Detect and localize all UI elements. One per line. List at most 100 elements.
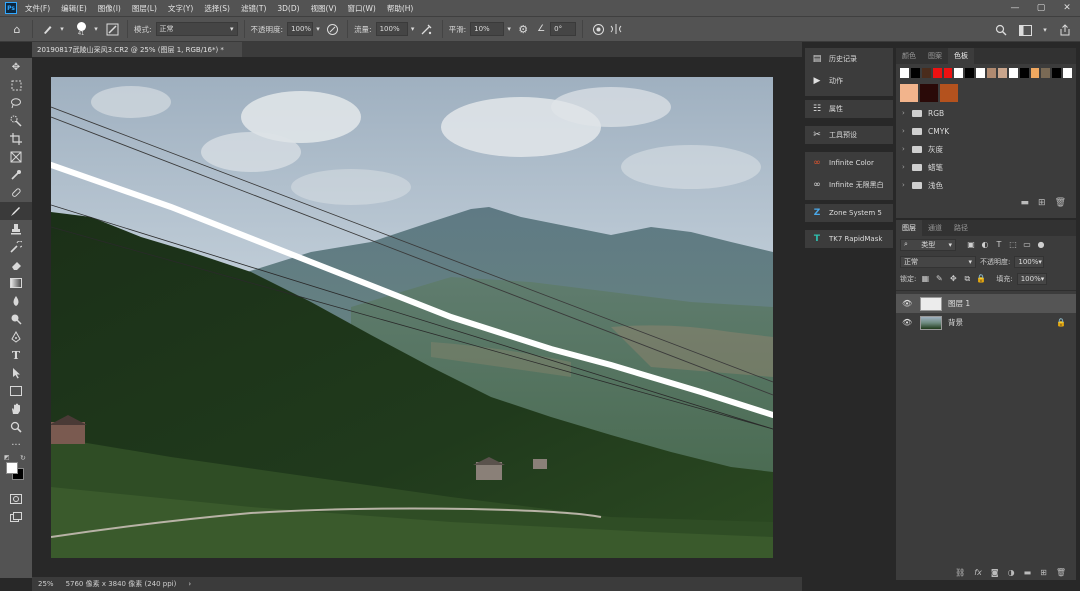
airbrush-icon[interactable] <box>418 20 436 38</box>
tab-channels[interactable]: 通道 <box>922 220 948 236</box>
lock-transparent-icon[interactable]: ▦ <box>920 274 930 283</box>
document-canvas[interactable] <box>51 77 773 558</box>
shape-filter-icon[interactable]: ⬚ <box>1008 240 1018 249</box>
pressure-size-icon[interactable] <box>589 20 607 38</box>
chevron-down-icon[interactable]: ▾ <box>1040 21 1050 39</box>
menu-select[interactable]: 选择(S) <box>204 3 230 14</box>
color-swatch[interactable] <box>1030 68 1040 78</box>
minimize-button[interactable]: — <box>1002 0 1028 16</box>
color-swatch[interactable] <box>976 68 985 78</box>
filter-toggle-icon[interactable]: ● <box>1036 240 1046 249</box>
color-swatch[interactable] <box>910 68 920 78</box>
share-icon[interactable] <box>1056 21 1074 39</box>
flow-input[interactable]: 100% <box>375 22 408 36</box>
tab-patterns[interactable]: 图案 <box>922 48 948 64</box>
opacity-input[interactable]: 100% <box>287 22 314 36</box>
lock-pixels-icon[interactable]: ✎ <box>934 274 944 283</box>
swatch-folder[interactable]: › 灰度 <box>896 140 1076 158</box>
lasso-tool-icon[interactable] <box>0 94 32 112</box>
pen-tool-icon[interactable] <box>0 328 32 346</box>
history-brush-tool-icon[interactable] <box>0 238 32 256</box>
swatch-folder[interactable]: › CMYK <box>896 122 1076 140</box>
crop-tool-icon[interactable] <box>0 130 32 148</box>
lock-all-icon[interactable]: 🔒 <box>976 274 986 283</box>
tab-swatches[interactable]: 色板 <box>948 48 974 64</box>
menu-view[interactable]: 视图(V) <box>311 3 337 14</box>
color-swatch[interactable] <box>965 68 975 78</box>
adjustment-filter-icon[interactable]: ◐ <box>980 240 990 249</box>
screen-mode-icon[interactable] <box>0 508 32 526</box>
frame-tool-icon[interactable] <box>0 148 32 166</box>
dock-zone-system[interactable]: Z Zone System 5 <box>805 204 893 222</box>
menu-image[interactable]: 图像(I) <box>98 3 121 14</box>
color-swatch[interactable] <box>987 68 996 78</box>
menu-filter[interactable]: 滤镜(T) <box>241 3 266 14</box>
swatch-folder[interactable]: › RGB <box>896 104 1076 122</box>
chevron-right-icon[interactable]: › <box>188 580 191 588</box>
layer-row[interactable]: 👁 背景 🔒 <box>896 313 1076 332</box>
chevron-down-icon[interactable]: ▾ <box>91 20 101 38</box>
dock-actions[interactable]: ▶ 动作 <box>805 72 893 90</box>
dodge-tool-icon[interactable] <box>0 310 32 328</box>
tab-color[interactable]: 颜色 <box>896 48 922 64</box>
new-group-icon[interactable]: ▬ <box>1021 198 1030 208</box>
gradient-tool-icon[interactable] <box>0 274 32 292</box>
symmetry-icon[interactable] <box>607 20 625 38</box>
marquee-tool-icon[interactable] <box>0 76 32 94</box>
dock-history[interactable]: ▤ 历史记录 <box>805 50 893 68</box>
color-swatch[interactable] <box>1063 68 1072 78</box>
more-tools-icon[interactable]: ··· <box>0 436 32 454</box>
recent-color-swatch[interactable] <box>900 84 918 102</box>
trash-icon[interactable]: 🗑 <box>1055 198 1066 208</box>
zoom-level[interactable]: 25% <box>38 580 54 588</box>
document-info[interactable]: 5760 像素 x 3840 像素 (240 ppi) <box>66 579 177 589</box>
menu-layer[interactable]: 图层(L) <box>132 3 157 14</box>
color-swatch[interactable] <box>1019 68 1029 78</box>
color-swatch[interactable] <box>1052 68 1062 78</box>
layer-row[interactable]: 👁 图层 1 <box>896 294 1076 313</box>
gear-icon[interactable]: ⚙ <box>514 20 532 38</box>
fill-input[interactable]: 100% ▾ <box>1016 272 1047 285</box>
eye-icon[interactable]: 👁 <box>902 318 912 327</box>
brush-tool-icon[interactable] <box>0 202 32 220</box>
dock-properties[interactable]: ☷ 属性 <box>805 100 893 118</box>
trash-icon[interactable]: 🗑 <box>1056 568 1066 577</box>
path-selection-tool-icon[interactable] <box>0 364 32 382</box>
color-swatch[interactable] <box>997 68 1007 78</box>
color-swatch[interactable] <box>954 68 964 78</box>
layer-filter-select[interactable]: ⌕ 类型 ▾ <box>900 238 956 251</box>
tab-paths[interactable]: 路径 <box>948 220 974 236</box>
hand-tool-icon[interactable] <box>0 400 32 418</box>
color-swatch[interactable] <box>900 68 909 78</box>
foreground-color[interactable] <box>6 462 18 474</box>
type-tool-icon[interactable]: T <box>0 346 32 364</box>
brush-size-picker[interactable]: 41 <box>71 20 91 38</box>
menu-help[interactable]: 帮助(H) <box>387 3 414 14</box>
chevron-down-icon[interactable]: ▾ <box>313 20 323 38</box>
layer-opacity-input[interactable]: 100% ▾ <box>1014 255 1045 268</box>
lock-artboard-icon[interactable]: ⧉ <box>962 274 972 284</box>
new-group-icon[interactable]: ▬ <box>1024 568 1032 577</box>
menu-type[interactable]: 文字(Y) <box>168 3 193 14</box>
clone-stamp-tool-icon[interactable] <box>0 220 32 238</box>
rectangle-tool-icon[interactable] <box>0 382 32 400</box>
search-icon[interactable] <box>992 21 1010 39</box>
quick-selection-tool-icon[interactable] <box>0 112 32 130</box>
zoom-tool-icon[interactable] <box>0 418 32 436</box>
eraser-tool-icon[interactable] <box>0 256 32 274</box>
close-button[interactable]: ✕ <box>1054 0 1080 16</box>
dock-infinite-bw[interactable]: ∞ Infinite 无限黑白 <box>805 176 893 194</box>
adjustment-layer-icon[interactable]: ◑ <box>1008 568 1015 577</box>
tab-layers[interactable]: 图层 <box>896 220 922 236</box>
smart-object-filter-icon[interactable]: ▭ <box>1022 240 1032 249</box>
recent-color-swatch[interactable] <box>940 84 958 102</box>
document-tab[interactable]: 20190817武陵山采风3.CR2 @ 25% (图层 1, RGB/16*)… <box>32 42 242 57</box>
move-tool-icon[interactable]: ✥ <box>0 58 32 76</box>
dock-tool-presets[interactable]: ✂ 工具预设 <box>805 126 893 144</box>
angle-input[interactable]: 0° <box>550 22 577 36</box>
swap-colors-icon[interactable]: ↻ <box>20 454 26 462</box>
new-layer-icon[interactable]: ⊞ <box>1040 568 1047 577</box>
quick-mask-icon[interactable] <box>0 490 32 508</box>
smoothing-input[interactable]: 10% <box>470 22 505 36</box>
color-swatch[interactable] <box>1008 68 1018 78</box>
